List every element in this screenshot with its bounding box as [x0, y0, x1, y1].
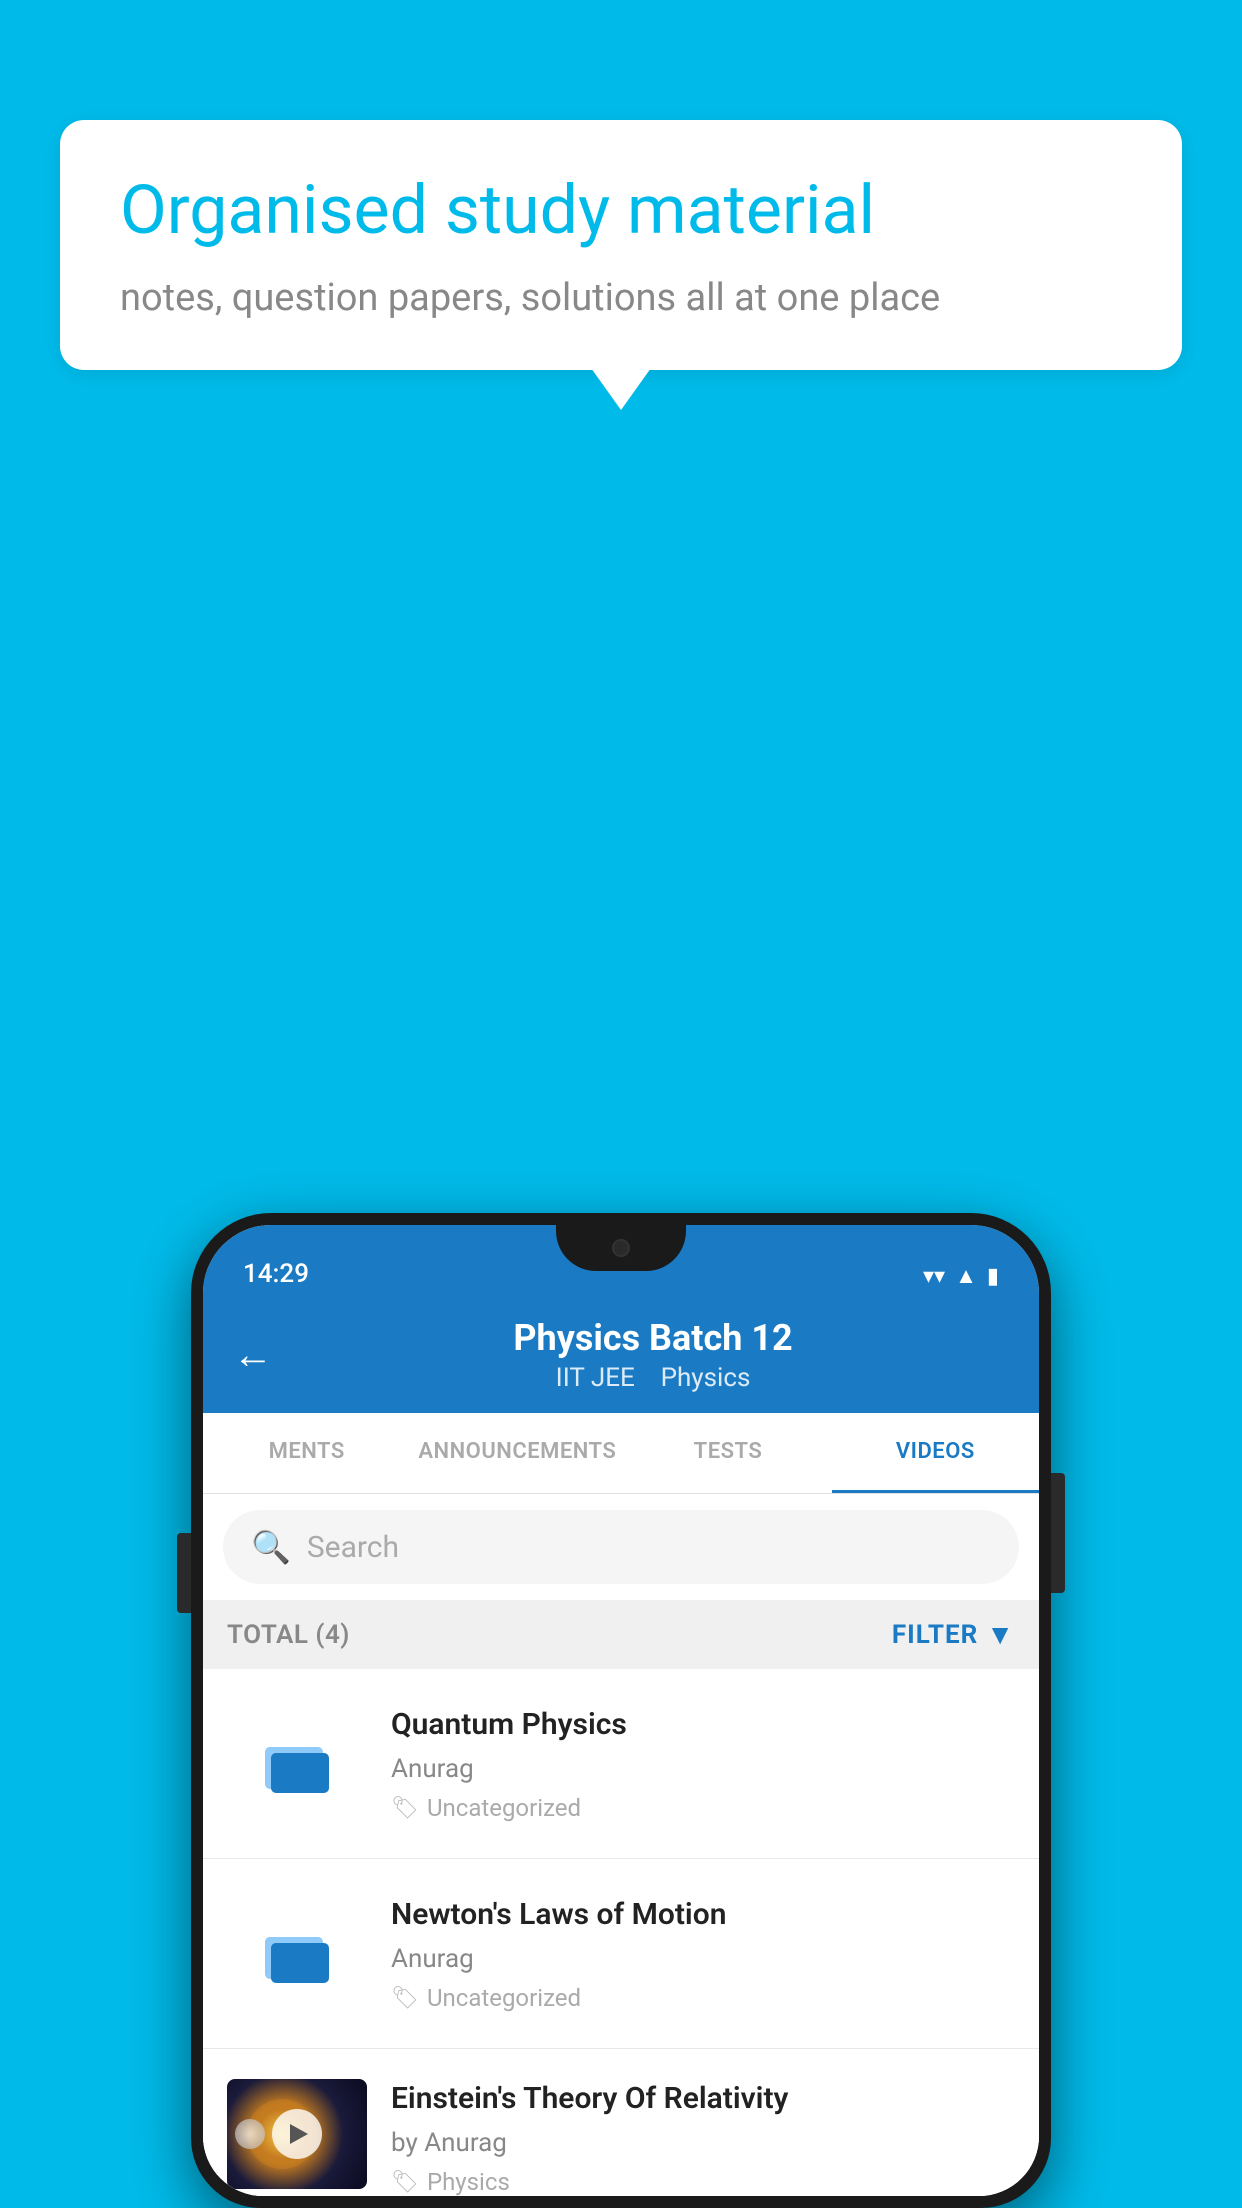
search-bar[interactable]: 🔍 Search: [223, 1510, 1019, 1584]
video-tag-2: 🏷 Uncategorized: [391, 1984, 1015, 2012]
video-info-3: Einstein's Theory Of Relativity by Anura…: [391, 2079, 1015, 2196]
phone-outer: 14:29 ▾▾ ▲ ▮ ← Physics Batch 12 IIT JEE: [191, 1213, 1051, 2208]
back-button[interactable]: ←: [233, 1335, 273, 1375]
tag-icon-2: 🏷: [391, 1986, 419, 2011]
list-item[interactable]: Einstein's Theory Of Relativity by Anura…: [203, 2049, 1039, 2196]
status-bar: 14:29 ▾▾ ▲ ▮: [203, 1225, 1039, 1297]
video-tag-1: 🏷 Uncategorized: [391, 1794, 1015, 1822]
tag-icon-3: 🏷: [391, 2170, 419, 2195]
list-item[interactable]: Newton's Laws of Motion Anurag 🏷 Uncateg…: [203, 1859, 1039, 2049]
play-button-3[interactable]: [272, 2109, 322, 2159]
battery-icon: ▮: [987, 1264, 999, 1289]
tabs-bar: MENTS ANNOUNCEMENTS TESTS VIDEOS: [203, 1413, 1039, 1494]
tag-label-2: Uncategorized: [427, 1984, 581, 2012]
filter-funnel-icon: ▼: [986, 1618, 1015, 1651]
batch-title: Physics Batch 12: [297, 1317, 1009, 1359]
video-author-1: Anurag: [391, 1754, 1015, 1784]
play-triangle-icon: [290, 2124, 308, 2144]
video-info-1: Quantum Physics Anurag 🏷 Uncategorized: [391, 1705, 1015, 1822]
tag-icon-1: 🏷: [391, 1796, 419, 1821]
search-icon: 🔍: [251, 1528, 291, 1566]
subtitle-physics: Physics: [661, 1363, 751, 1393]
header-title-area: Physics Batch 12 IIT JEE Physics: [297, 1317, 1009, 1393]
filter-button[interactable]: FILTER ▼: [892, 1618, 1015, 1651]
tab-ments[interactable]: MENTS: [203, 1413, 410, 1493]
video-list: Quantum Physics Anurag 🏷 Uncategorized: [203, 1669, 1039, 2196]
speech-bubble-area: Organised study material notes, question…: [60, 120, 1182, 370]
folder-svg-1: [257, 1729, 337, 1799]
video-title-1: Quantum Physics: [391, 1705, 1015, 1744]
list-item[interactable]: Quantum Physics Anurag 🏷 Uncategorized: [203, 1669, 1039, 1859]
tag-label-3: Physics: [427, 2168, 510, 2196]
video-title-2: Newton's Laws of Motion: [391, 1895, 1015, 1934]
video-info-2: Newton's Laws of Motion Anurag 🏷 Uncateg…: [391, 1895, 1015, 2012]
search-bar-area: 🔍 Search: [203, 1494, 1039, 1600]
status-icons: ▾▾ ▲ ▮: [923, 1263, 999, 1289]
video-title-3: Einstein's Theory Of Relativity: [391, 2079, 1015, 2118]
tab-tests[interactable]: TESTS: [624, 1413, 831, 1493]
tab-videos[interactable]: VIDEOS: [832, 1413, 1039, 1493]
video-author-3: by Anurag: [391, 2128, 1015, 2158]
speech-bubble: Organised study material notes, question…: [60, 120, 1182, 370]
thumb-bg-3: [227, 2079, 367, 2189]
filter-label: FILTER: [892, 1620, 978, 1650]
video-tag-3: 🏷 Physics: [391, 2168, 1015, 2196]
phone-screen: 14:29 ▾▾ ▲ ▮ ← Physics Batch 12 IIT JEE: [203, 1225, 1039, 2196]
status-time: 14:29: [243, 1259, 309, 1289]
notch: [556, 1225, 686, 1271]
phone-wrapper: 14:29 ▾▾ ▲ ▮ ← Physics Batch 12 IIT JEE: [191, 1213, 1051, 2208]
search-placeholder: Search: [307, 1530, 399, 1565]
video-author-2: Anurag: [391, 1944, 1015, 1974]
video-folder-icon-1: [227, 1729, 367, 1799]
filter-bar: TOTAL (4) FILTER ▼: [203, 1600, 1039, 1669]
signal-icon: ▲: [955, 1263, 977, 1289]
speech-subtext: notes, question papers, solutions all at…: [120, 276, 1122, 320]
batch-subtitle: IIT JEE Physics: [297, 1363, 1009, 1393]
video-thumbnail-3: [227, 2079, 367, 2189]
total-count: TOTAL (4): [227, 1620, 350, 1650]
app-header: ← Physics Batch 12 IIT JEE Physics: [203, 1297, 1039, 1413]
subtitle-iit: IIT JEE: [556, 1363, 635, 1393]
wifi-icon: ▾▾: [923, 1264, 945, 1289]
folder-svg-2: [257, 1919, 337, 1989]
tag-label-1: Uncategorized: [427, 1794, 581, 1822]
tab-announcements[interactable]: ANNOUNCEMENTS: [410, 1413, 624, 1493]
camera-icon: [612, 1239, 630, 1257]
speech-headline: Organised study material: [120, 170, 1122, 252]
video-folder-icon-2: [227, 1919, 367, 1989]
